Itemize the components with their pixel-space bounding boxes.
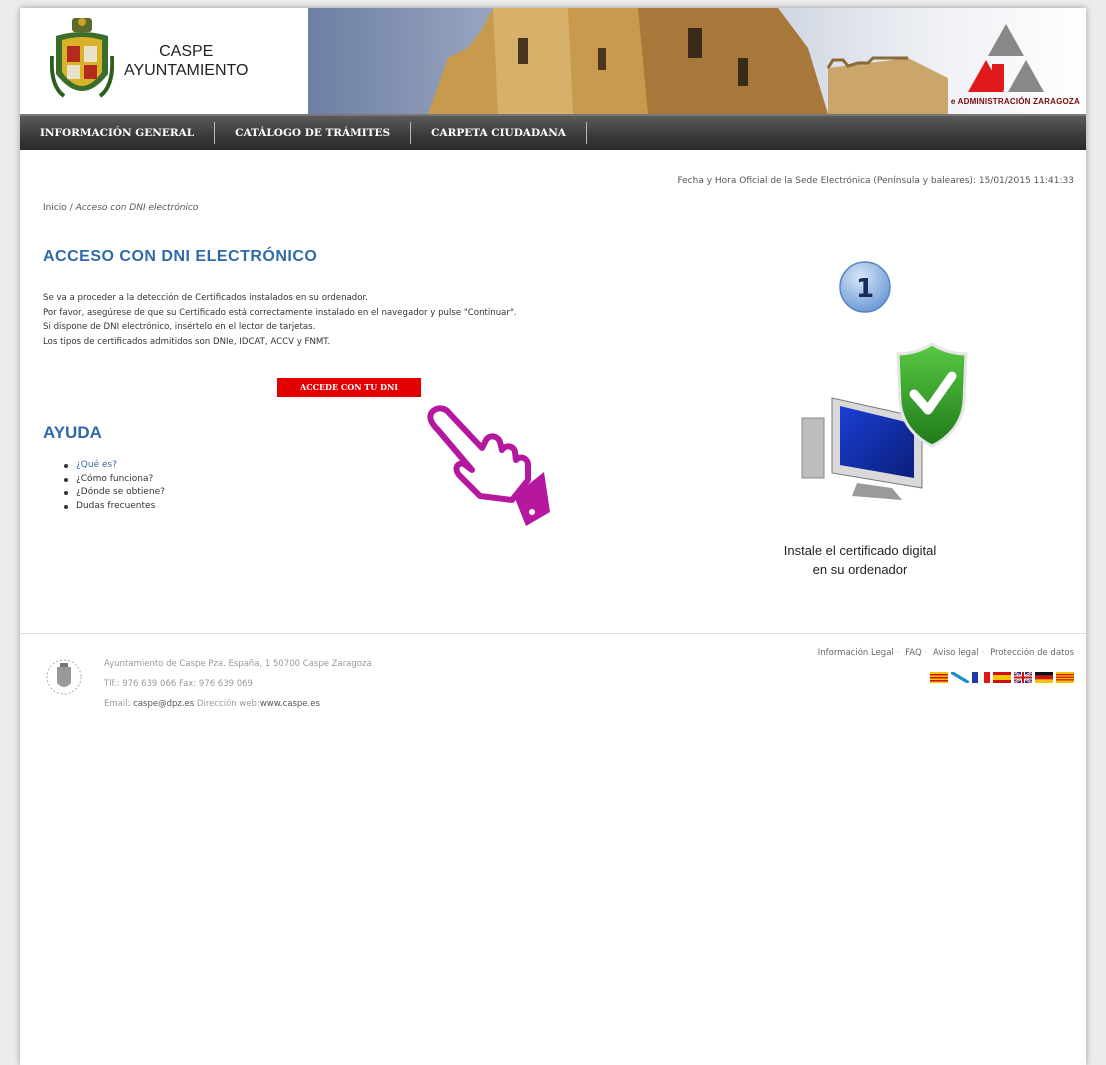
footer-divider	[20, 633, 1086, 634]
footer-link-informacion-legal[interactable]: Información Legal	[818, 648, 894, 658]
coat-of-arms-icon	[50, 18, 114, 98]
language-flags	[930, 672, 1074, 683]
intro-text: Se va a proceder a la detección de Certi…	[43, 291, 517, 349]
help-list: ¿Qué es? ¿Cómo funciona? ¿Dónde se obtie…	[64, 459, 165, 513]
list-item: ¿Qué es?	[64, 459, 165, 473]
help-link-how-it-works[interactable]: ¿Cómo funciona?	[76, 474, 153, 484]
spanish-flag-icon[interactable]	[993, 672, 1011, 683]
footer-email-web: Email: caspe@dpz.es Dirección web:www.ca…	[104, 694, 372, 714]
breadcrumb-current: Acceso con DNI electrónico	[75, 203, 199, 213]
caption-line-1: Instale el certificado digital	[783, 543, 937, 558]
list-item: Dudas frecuentes	[64, 500, 165, 514]
pointing-hand-icon	[427, 405, 550, 526]
email-label: Email:	[104, 699, 131, 709]
caption-line-2: en su ordenador	[812, 562, 908, 577]
intro-line-4: Los tipos de certificados admitidos son …	[43, 336, 331, 347]
french-flag-icon[interactable]	[972, 672, 990, 683]
help-link-where-to-get[interactable]: ¿Dónde se obtiene?	[76, 487, 165, 497]
logo-area[interactable]: CASPE AYUNTAMIENTO	[20, 8, 308, 114]
municipal-seal-icon	[46, 659, 82, 695]
main-nav: INFORMACIÓN GENERAL CATÁLOGO DE TRÁMITES…	[20, 114, 1086, 150]
header-banner: e ADMINISTRACIÓN ZARAGOZA	[308, 8, 1086, 114]
nav-informacion-general[interactable]: INFORMACIÓN GENERAL	[20, 122, 216, 144]
access-dni-button[interactable]: ACCEDE CON TU DNI	[277, 378, 421, 397]
intro-line-2: Por favor, asegúrese de que su Certifica…	[43, 307, 517, 318]
step-number-badge: 1	[839, 261, 891, 313]
help-title: AYUDA	[43, 423, 102, 442]
breadcrumb-separator: /	[69, 203, 73, 213]
brand-line-1: CASPE	[159, 43, 214, 60]
install-caption: Instale el certificado digital en su ord…	[730, 541, 990, 579]
help-link-faq[interactable]: Dudas frecuentes	[76, 501, 155, 511]
header: CASPE AYUNTAMIENTO e ADMINISTRACIÓN ZARA…	[20, 8, 1086, 114]
list-item: ¿Dónde se obtiene?	[64, 486, 165, 500]
computer-with-check-icon	[801, 342, 968, 500]
footer-contact: Ayuntamiento de Caspe Pza. España, 1 507…	[104, 654, 372, 714]
step-number: 1	[856, 274, 874, 304]
footer-links: Información Legal · FAQ · Aviso legal · Pro…	[817, 648, 1074, 658]
galician-flag-icon[interactable]	[951, 672, 969, 683]
e-administracion-label: e ADMINISTRACIÓN ZARAGOZA	[950, 97, 1080, 106]
official-datetime: Fecha y Hora Oficial de la Sede Electrón…	[677, 176, 1074, 186]
catalan-flag-icon[interactable]	[930, 672, 948, 683]
intro-line-3: Si dispone de DNI electrónico, insértelo…	[43, 322, 316, 332]
footer-address: Ayuntamiento de Caspe Pza. España, 1 507…	[104, 659, 372, 669]
nav-carpeta-ciudadana[interactable]: CARPETA CIUDADANA	[411, 122, 587, 144]
footer-link-faq[interactable]: FAQ	[905, 648, 921, 658]
help-link-what-is[interactable]: ¿Qué es?	[76, 460, 117, 470]
footer-link-aviso-legal[interactable]: Aviso legal	[933, 648, 979, 658]
site-brand: CASPE AYUNTAMIENTO	[124, 42, 248, 80]
web-link[interactable]: www.caspe.es	[260, 699, 320, 709]
brand-line-2: AYUNTAMIENTO	[124, 62, 249, 79]
web-label: Dirección web:	[196, 699, 260, 709]
breadcrumb-home-link[interactable]: Inicio	[43, 203, 67, 213]
nav-catalogo-tramites[interactable]: CATÁLOGO DE TRÁMITES	[215, 122, 412, 144]
page: CASPE AYUNTAMIENTO e ADMINISTRACIÓN ZARA…	[20, 8, 1086, 1065]
aragonese-flag-icon[interactable]	[1056, 672, 1074, 683]
page-title: ACCESO CON DNI ELECTRÓNICO	[43, 248, 318, 265]
uk-flag-icon[interactable]	[1014, 672, 1032, 683]
german-flag-icon[interactable]	[1035, 672, 1053, 683]
footer-phone: Tlf.: 976 639 066 Fax: 976 639 069	[104, 679, 253, 689]
intro-line-1: Se va a proceder a la detección de Certi…	[43, 293, 368, 303]
breadcrumb: Inicio / Acceso con DNI electrónico	[43, 203, 198, 213]
email-link[interactable]: caspe@dpz.es	[133, 699, 194, 709]
footer-link-proteccion-datos[interactable]: Protección de datos	[990, 648, 1074, 658]
list-item: ¿Cómo funciona?	[64, 473, 165, 487]
